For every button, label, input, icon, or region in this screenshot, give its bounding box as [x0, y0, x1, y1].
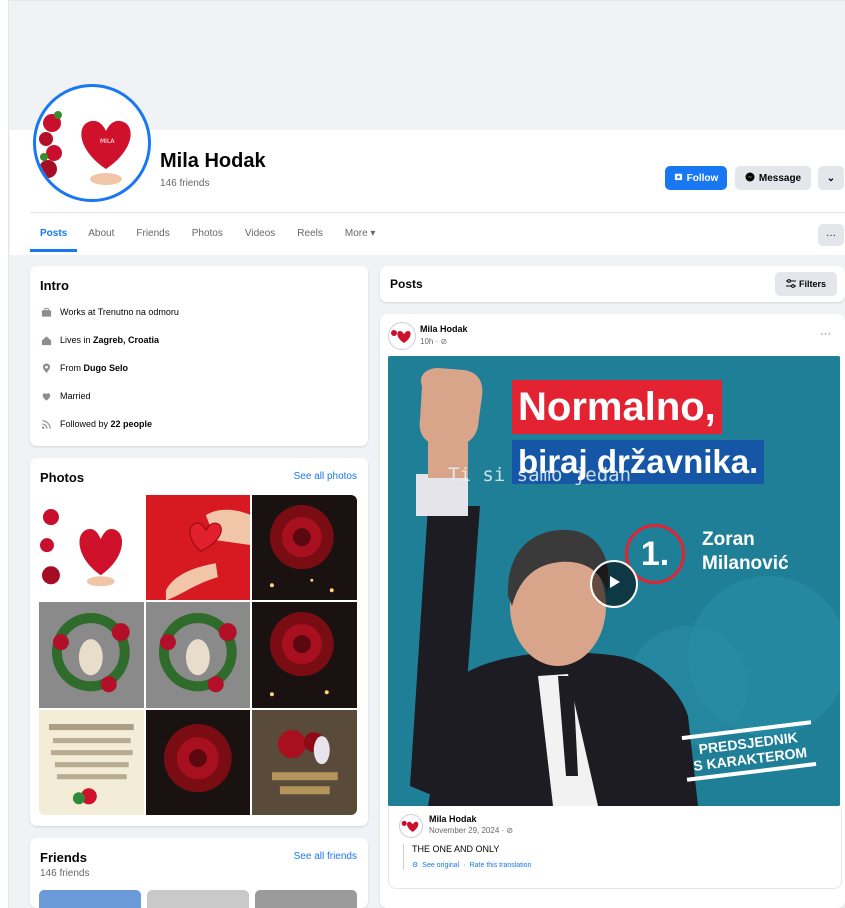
translate-icon: ⚙ [412, 862, 419, 869]
intro-followed-value[interactable]: 22 people [111, 419, 153, 429]
posts-header-card: Posts Filters [380, 266, 845, 302]
shared-author-name[interactable]: Mila Hodak [429, 814, 477, 824]
photo-thumbnail[interactable] [145, 495, 251, 601]
shared-timestamp[interactable]: November 29, 2024 · ⊘ [429, 826, 513, 835]
profile-avatar[interactable]: MILA [33, 84, 151, 202]
post-author-avatar[interactable] [388, 322, 416, 350]
tab-about[interactable]: About [77, 222, 125, 252]
photo-thumbnail[interactable] [39, 709, 144, 815]
globe-icon: ⊘ [440, 337, 448, 346]
photos-title: Photos [40, 470, 85, 485]
friends-count-sub: 146 friends [40, 868, 90, 879]
photo-thumbnail[interactable] [145, 602, 251, 708]
intro-relationship-value: Married [60, 391, 91, 401]
photo-thumbnail[interactable] [252, 709, 357, 815]
follow-icon [674, 172, 683, 184]
intro-lives-prefix: Lives in [60, 335, 91, 345]
message-button[interactable]: Message [735, 166, 811, 190]
shared-author-avatar[interactable] [399, 814, 423, 838]
photos-card: Photos See all photos [30, 458, 368, 826]
see-all-photos-link[interactable]: See all photos [294, 471, 357, 482]
translation-links: ⚙ See original · Rate this translation [412, 861, 532, 870]
message-label: Message [758, 172, 802, 184]
intro-lives: Lives in Zagreb, Croatia [40, 334, 159, 346]
briefcase-icon [40, 306, 52, 318]
filters-label: Filters [798, 279, 826, 289]
intro-from: From Dugo Selo [40, 362, 128, 374]
play-button[interactable] [590, 560, 638, 608]
ellipsis-icon: ··· [820, 328, 831, 340]
tab-posts[interactable]: Posts [30, 222, 78, 252]
friends-thumbnails [39, 890, 357, 908]
home-icon [40, 334, 52, 346]
post-author-name[interactable]: Mila Hodak [420, 324, 468, 334]
intro-work-value[interactable]: Trenutno na odmoru [98, 307, 179, 317]
intro-followed: Followed by 22 people [40, 418, 152, 430]
follow-label: Follow [686, 172, 719, 184]
posts-title: Posts [390, 277, 423, 291]
intro-followed-prefix: Followed by [60, 419, 109, 429]
photo-thumbnail[interactable] [39, 602, 144, 708]
candidate-name: Zoran Milanović [702, 528, 789, 576]
chevron-down-icon: ⌄ [826, 172, 836, 184]
post-caption: THE ONE AND ONLY [412, 844, 500, 854]
rate-translation-link[interactable]: Rate this translation [470, 862, 532, 869]
friend-thumbnail[interactable] [39, 890, 141, 908]
see-original-link[interactable]: See original [422, 862, 459, 869]
tab-photos[interactable]: Photos [181, 222, 234, 252]
video-overlay-text: Ti si samo jedan [448, 464, 632, 486]
filters-icon [785, 278, 796, 290]
photo-thumbnail[interactable] [39, 495, 144, 601]
photo-thumbnail[interactable] [252, 602, 357, 708]
friends-title: Friends [40, 850, 87, 865]
window-left-edge [0, 0, 9, 908]
quote-bar [403, 844, 404, 870]
globe-icon: ⊘ [506, 826, 514, 835]
play-icon [605, 573, 623, 596]
friend-thumbnail[interactable] [255, 890, 357, 908]
shared-post-attachment[interactable]: Mila Hodak November 29, 2024 · ⊘ THE ONE… [388, 806, 842, 889]
header-divider [30, 212, 845, 213]
see-all-friends-link[interactable]: See all friends [294, 851, 357, 862]
post-timestamp[interactable]: 10h · ⊘ [420, 337, 447, 346]
filters-button[interactable]: Filters [775, 272, 837, 296]
photo-thumbnail[interactable] [252, 495, 357, 601]
post-options-button[interactable]: ··· [820, 328, 831, 340]
avatar-heart-text: MILA [100, 138, 115, 145]
photos-grid [39, 495, 357, 815]
friends-card: Friends 146 friends See all friends [30, 838, 368, 908]
location-pin-icon [40, 362, 52, 374]
photo-thumbnail[interactable] [145, 709, 251, 815]
intro-work: Works at Trenutno na odmoru [40, 306, 179, 318]
tab-videos[interactable]: Videos [234, 222, 286, 252]
profile-name: Mila Hodak [160, 150, 266, 172]
candidate-last-name: Milanović [702, 553, 789, 574]
tab-more[interactable]: More ▾ [334, 222, 387, 252]
ellipsis-icon: ··· [826, 229, 836, 241]
intro-relationship: Married [40, 390, 91, 402]
heart-icon [40, 390, 52, 402]
shared-date: November 29, 2024 [429, 826, 500, 835]
friend-thumbnail[interactable] [147, 890, 249, 908]
post-video[interactable]: Normalno, biraj državnika. Ti si samo je… [388, 356, 840, 806]
tabs-more-options-button[interactable]: ··· [818, 224, 844, 246]
intro-work-prefix: Works at [60, 307, 96, 317]
candidate-first-name: Zoran [702, 529, 755, 550]
intro-lives-value[interactable]: Zagreb, Croatia [93, 335, 159, 345]
intro-from-value[interactable]: Dugo Selo [84, 363, 129, 373]
profile-options-button[interactable]: ⌄ [818, 166, 844, 190]
post-time: 10h [420, 337, 434, 346]
follow-button[interactable]: Follow [665, 166, 727, 190]
intro-card: Intro Works at Trenutno na odmoru Lives … [30, 266, 368, 446]
intro-title: Intro [40, 278, 69, 293]
profile-friends-count[interactable]: 146 friends [160, 178, 209, 189]
profile-tabs: Posts About Friends Photos Videos Reels … [30, 222, 386, 252]
post-card: Mila Hodak 10h · ⊘ ··· Normalno, biraj d… [380, 314, 845, 908]
intro-from-prefix: From [60, 363, 81, 373]
video-headline-1: Normalno, [512, 380, 722, 434]
rss-icon [40, 418, 52, 430]
tab-reels[interactable]: Reels [286, 222, 334, 252]
tab-friends[interactable]: Friends [125, 222, 180, 252]
messenger-icon [745, 172, 755, 185]
